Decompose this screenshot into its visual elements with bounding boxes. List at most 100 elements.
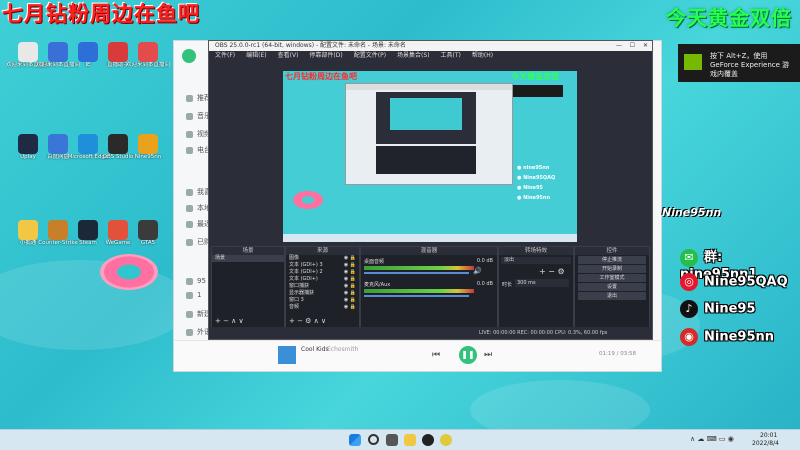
source-label: 窗口捕获 xyxy=(289,283,310,289)
overlay-green-title: 今天黄金双倍 xyxy=(666,6,792,30)
transition-select[interactable]: 淡出 xyxy=(501,257,571,264)
maximize-button[interactable]: ☐ xyxy=(630,41,635,51)
preview-social: ● nine95nn ● Nine95QAQ ● Nine95 ● Nine95… xyxy=(517,165,556,201)
play-pause-button[interactable]: ❚❚ xyxy=(459,346,477,364)
obs-preview[interactable]: 七月钻粉周边在鱼吧 今天黄金双倍 ● nine95nn ● Nine95QAQ … xyxy=(283,71,577,242)
obs-menu-item[interactable]: 工具(T) xyxy=(441,52,461,59)
sidebar-item-icon xyxy=(186,238,193,246)
scenes-toolbar[interactable]: + − ∧ ∨ xyxy=(215,317,244,325)
music-player-bar: Cool Kids Echosmith ⏮ ❚❚ ⏭ 01:19 / 03:58 xyxy=(174,340,661,371)
play-time: 01:19 / 03:58 xyxy=(599,351,637,357)
sidebar-item-icon xyxy=(186,291,193,299)
app-icon xyxy=(108,220,128,240)
prev-button[interactable]: ⏮ xyxy=(432,350,440,360)
control-button[interactable]: 退出 xyxy=(578,292,646,300)
social-handle: Nine95nn xyxy=(704,329,775,345)
scenes-header: 场景 xyxy=(212,247,284,255)
source-label: 图像 xyxy=(289,255,300,261)
music-sidebar-item[interactable]: 1 xyxy=(186,291,201,299)
obs-menu-item[interactable]: 场景集合(S) xyxy=(397,52,430,59)
eye-icon[interactable]: ◉ 🔒 xyxy=(344,290,356,297)
transition-add[interactable]: + − ⚙ xyxy=(539,267,565,276)
next-button[interactable]: ⏭ xyxy=(484,350,492,360)
nvidia-text: 按下 Alt+Z，使用 GeForce Experience 游戏内覆盖 xyxy=(710,52,790,78)
tray-icons[interactable]: ∧ ☁ ⌨ ▭ ◉ xyxy=(690,435,734,443)
desktop-icon[interactable]: Nine95nn xyxy=(126,134,170,161)
obs-menu-item[interactable]: 帮助(H) xyxy=(472,52,493,59)
obs-menubar: 文件(F) 编辑(E) 查看(V) 停靠部件(D) 配置文件(P) 场景集合(S) 工具(T… xyxy=(209,51,652,61)
clock-date[interactable]: 2022/8/4 xyxy=(752,440,779,447)
sidebar-item-icon xyxy=(186,112,193,120)
obs-menu-item[interactable]: 配置文件(P) xyxy=(354,52,386,59)
mixer-dock: 混音器 桌面音频 0.0 dB 🔊 麦克风/Aux 0.0 dB xyxy=(360,246,498,328)
control-button[interactable]: 设置 xyxy=(578,283,646,291)
overlay-red-title: 七月钻粉周边在鱼吧 xyxy=(2,2,200,26)
controls-buttons: 停止推流 开始录制 工作室模式 设置 退出 xyxy=(575,256,649,300)
source-item[interactable]: 文本 (GDI+) 2 ◉ 🔒 xyxy=(286,269,359,276)
minimize-button[interactable]: — xyxy=(616,41,622,51)
mixer-channel-1-volume[interactable] xyxy=(364,272,469,274)
source-item[interactable]: 显示器捕获 ◉ 🔒 xyxy=(286,290,359,297)
source-item[interactable]: 窗口 3 ◉ 🔒 xyxy=(286,297,359,304)
taskbar: ∧ ☁ ⌨ ▭ ◉ 20:01 2022/8/4 xyxy=(0,429,800,450)
scene-item[interactable]: 场景 xyxy=(212,255,284,262)
search-icon[interactable] xyxy=(368,434,379,445)
preview-nvidia xyxy=(513,85,563,97)
control-button[interactable]: 开始录制 xyxy=(578,265,646,273)
mixer-channel-2-name: 麦克风/Aux xyxy=(364,282,391,288)
scenes-dock: 场景 场景 + − ∧ ∨ xyxy=(211,246,285,328)
obs-titlebar: OBS 25.0.0-rc1 (64-bit, windows) - 配置文件:… xyxy=(209,41,652,51)
eye-icon[interactable]: ◉ 🔒 xyxy=(344,255,356,262)
mixer-channel-2-volume[interactable] xyxy=(364,295,469,297)
weibo-icon: ◎ xyxy=(680,273,698,291)
desktop-icon-label: Nine95nn xyxy=(134,154,162,160)
swim-ring-decoration xyxy=(100,254,158,290)
obs-menu-item[interactable]: 查看(V) xyxy=(278,52,299,59)
eye-icon[interactable]: ◉ 🔒 xyxy=(344,297,356,304)
obs-menu-item[interactable]: 停靠部件(D) xyxy=(309,52,342,59)
social-row: ♪ Nine95 xyxy=(680,300,756,318)
windows-start-icon[interactable] xyxy=(349,434,361,446)
task-view-icon[interactable] xyxy=(386,434,398,446)
source-item[interactable]: 文本 (GDI+) ◉ 🔒 xyxy=(286,276,359,283)
sidebar-item-icon xyxy=(186,146,193,154)
app-icon xyxy=(138,42,158,62)
clock-time[interactable]: 20:01 xyxy=(760,432,777,439)
speaker-icon[interactable]: 🔊 xyxy=(473,267,482,275)
preview-taskbar xyxy=(283,234,577,242)
app-icon xyxy=(48,220,68,240)
source-label: 文本 (GDI+) xyxy=(289,276,318,282)
mixer-channel-1-db: 0.0 dB xyxy=(476,258,493,264)
eye-icon[interactable]: ◉ 🔒 xyxy=(344,262,356,269)
obs-taskbar-icon[interactable] xyxy=(422,434,434,446)
nvidia-logo-icon xyxy=(684,54,702,70)
eye-icon[interactable]: ◉ 🔒 xyxy=(344,304,356,311)
source-item[interactable]: 音频 ◉ 🔒 xyxy=(286,304,359,311)
transitions-header: 转场特效 xyxy=(499,247,573,255)
desktop-icon[interactable]: GTA5 xyxy=(126,220,170,247)
music-sidebar-item[interactable]: 95 xyxy=(186,277,206,285)
music-taskbar-icon[interactable] xyxy=(440,434,452,446)
control-button[interactable]: 工作室模式 xyxy=(578,274,646,282)
file-explorer-icon[interactable] xyxy=(404,434,416,446)
duration-input[interactable]: 300 ms xyxy=(515,279,569,287)
sidebar-item-icon xyxy=(186,130,193,138)
song-artist: Echosmith xyxy=(327,346,359,353)
source-item[interactable]: 图像 ◉ 🔒 xyxy=(286,255,359,262)
eye-icon[interactable]: ◉ 🔒 xyxy=(344,283,356,290)
song-title: Cool Kids xyxy=(301,346,329,353)
sources-toolbar[interactable]: + − ⚙ ∧ ∨ xyxy=(289,317,326,325)
source-item[interactable]: 窗口捕获 ◉ 🔒 xyxy=(286,283,359,290)
transitions-dock: 转场特效 淡出 + − ⚙ 时长 300 ms xyxy=(498,246,574,328)
app-icon xyxy=(48,134,68,154)
close-button[interactable]: ✕ xyxy=(643,41,648,51)
eye-icon[interactable]: ◉ 🔒 xyxy=(344,269,356,276)
app-icon xyxy=(78,42,98,62)
eye-icon[interactable]: ◉ 🔒 xyxy=(344,276,356,283)
desktop-icon[interactable]: 欢迎来到本直播间 xyxy=(126,42,170,69)
sidebar-item-icon xyxy=(186,310,193,318)
control-button[interactable]: 停止推流 xyxy=(578,256,646,264)
source-item[interactable]: 文本 (GDI+) 3 ◉ 🔒 xyxy=(286,262,359,269)
obs-menu-item[interactable]: 编辑(E) xyxy=(246,52,266,59)
obs-menu-item[interactable]: 文件(F) xyxy=(215,52,235,59)
